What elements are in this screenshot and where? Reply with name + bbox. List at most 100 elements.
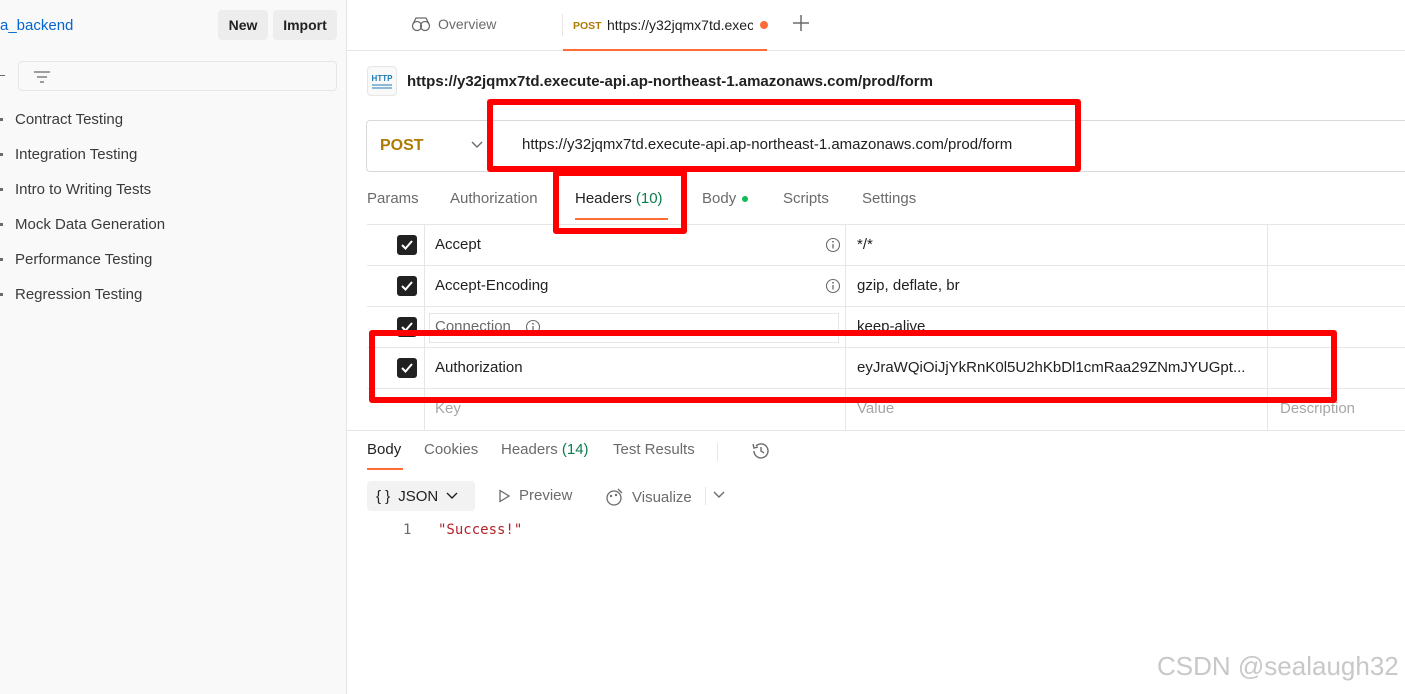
active-tab-underline — [367, 468, 403, 470]
url-bar: POST https://y32jqmx7td.execute-api.ap-n… — [366, 120, 1405, 172]
header-key[interactable]: Accept — [435, 236, 481, 253]
response-tab-cookies[interactable]: Cookies — [424, 441, 478, 458]
header-value[interactable]: gzip, deflate, br — [857, 277, 1257, 294]
tab-authorization[interactable]: Authorization — [450, 190, 538, 207]
tab-bar: Overview POST https://y32jqmx7td.execute… — [347, 0, 1405, 51]
plus-icon — [793, 15, 809, 31]
header-value[interactable]: keep-alive — [857, 318, 1257, 335]
response-tab-body[interactable]: Body — [367, 441, 401, 458]
main-panel: Overview POST https://y32jqmx7td.execute… — [347, 0, 1405, 694]
tab-scripts[interactable]: Scripts — [783, 190, 829, 207]
tab-body[interactable]: Body — [702, 190, 749, 207]
header-key[interactable]: Authorization — [435, 359, 523, 376]
url-input[interactable]: https://y32jqmx7td.execute-api.ap-northe… — [522, 136, 1012, 153]
toolbar-divider — [705, 487, 706, 505]
tab-body-label: Body — [702, 190, 737, 207]
request-title[interactable]: https://y32jqmx7td.execute-api.ap-northe… — [407, 73, 933, 90]
header-key[interactable]: Connection — [435, 318, 511, 335]
table-row: Authorization eyJraWQiOiJjYkRnK0l5U2hKbD… — [367, 348, 1405, 389]
tab-headers[interactable]: Headers (10) — [575, 190, 663, 207]
unsaved-indicator-icon — [760, 21, 768, 29]
key-placeholder[interactable]: Key — [435, 400, 461, 417]
active-tab-underline — [575, 218, 668, 220]
collection-item[interactable]: Mock Data Generation — [0, 212, 165, 236]
chevron-down-icon[interactable] — [713, 491, 725, 499]
bullet-icon — [0, 152, 3, 156]
row-checkbox[interactable] — [397, 358, 417, 378]
tab-headers-count: (10) — [635, 190, 663, 207]
collection-item[interactable]: Intro to Writing Tests — [0, 177, 151, 201]
description-placeholder[interactable]: Description — [1280, 400, 1355, 417]
row-checkbox[interactable] — [397, 276, 417, 296]
import-button[interactable]: Import — [273, 10, 337, 40]
response-tab-headers[interactable]: Headers (14) — [501, 441, 589, 458]
collection-item-label: Performance Testing — [15, 250, 153, 268]
table-row: Accept-Encoding gzip, deflate, br — [367, 266, 1405, 307]
method-select-value: POST — [380, 137, 424, 154]
header-key[interactable]: Accept-Encoding — [435, 277, 548, 294]
visualize-button[interactable]: Visualize — [604, 487, 692, 507]
tab-overview[interactable]: Overview — [410, 16, 496, 32]
collection-item[interactable]: Contract Testing — [0, 107, 123, 131]
tab-request-url: https://y32jqmx7td.execute-api.ap-northe… — [607, 17, 753, 33]
bullet-icon — [0, 222, 3, 226]
preview-label: Preview — [519, 487, 573, 504]
tab-divider — [717, 443, 718, 461]
info-icon[interactable] — [525, 319, 541, 335]
row-checkbox[interactable] — [397, 317, 417, 337]
response-tab-headers-count: (14) — [561, 441, 589, 458]
row-checkbox[interactable] — [397, 235, 417, 255]
line-number: 1 — [403, 522, 412, 538]
collection-item-label: Intro to Writing Tests — [15, 180, 152, 198]
workspace-name[interactable]: a_backend — [0, 17, 73, 34]
bullet-icon — [0, 187, 3, 191]
format-select[interactable]: { } JSON — [367, 481, 475, 511]
tab-settings[interactable]: Settings — [862, 190, 916, 207]
overview-icon — [411, 17, 431, 32]
checkmark-icon — [401, 363, 413, 373]
info-icon[interactable] — [825, 237, 841, 253]
response-tab-test-results[interactable]: Test Results — [613, 441, 695, 458]
value-placeholder[interactable]: Value — [857, 400, 1257, 417]
collapse-icon[interactable] — [0, 75, 5, 76]
pane-divider[interactable] — [347, 430, 1405, 431]
header-value[interactable]: eyJraWQiOiJjYkRnK0l5U2hKbDl1cmRaa29ZNmJY… — [857, 359, 1257, 376]
history-icon[interactable] — [750, 440, 772, 462]
table-row: Accept */* — [367, 225, 1405, 266]
collection-item-label: Mock Data Generation — [15, 215, 166, 233]
collection-item[interactable]: Performance Testing — [0, 247, 152, 271]
sidebar-filter-input[interactable] — [18, 61, 337, 91]
chevron-down-icon — [446, 492, 458, 499]
collection-item-label: Regression Testing — [15, 285, 143, 303]
http-icon: HTTP — [367, 66, 397, 96]
visualize-icon — [606, 488, 623, 506]
response-tab-headers-label: Headers — [501, 441, 558, 458]
table-row-new: Key Value Description — [367, 389, 1405, 430]
chevron-down-icon — [471, 141, 483, 148]
response-content[interactable]: "Success!" — [438, 522, 522, 538]
tab-headers-label: Headers — [575, 190, 632, 207]
checkmark-icon — [401, 281, 413, 291]
tab-params[interactable]: Params — [367, 190, 419, 207]
headers-table: Accept */* Accept-Encoding gzip, deflate… — [367, 224, 1405, 430]
new-button[interactable]: New — [218, 10, 268, 40]
watermark: CSDN @sealaugh32 — [1157, 651, 1399, 681]
header-value[interactable]: */* — [857, 236, 1257, 253]
tab-overview-label: Overview — [438, 16, 497, 32]
collection-item-label: Integration Testing — [15, 145, 138, 163]
preview-button[interactable]: Preview — [497, 487, 572, 504]
info-icon[interactable] — [825, 278, 841, 294]
tab-request[interactable]: POST https://y32jqmx7td.execute-api.ap-n… — [563, 0, 768, 51]
request-header: HTTP https://y32jqmx7td.execute-api.ap-n… — [367, 66, 933, 96]
format-select-value: JSON — [398, 487, 439, 505]
bullet-icon — [0, 257, 3, 261]
braces-icon: { } — [376, 487, 391, 505]
method-select[interactable]: POST — [367, 121, 491, 171]
collection-item-label: Contract Testing — [15, 110, 124, 128]
add-tab-button[interactable] — [791, 13, 811, 39]
collection-item[interactable]: Regression Testing — [0, 282, 142, 306]
filter-icon[interactable] — [33, 69, 51, 85]
play-icon — [499, 488, 511, 503]
collection-item[interactable]: Integration Testing — [0, 142, 137, 166]
checkmark-icon — [401, 322, 413, 332]
